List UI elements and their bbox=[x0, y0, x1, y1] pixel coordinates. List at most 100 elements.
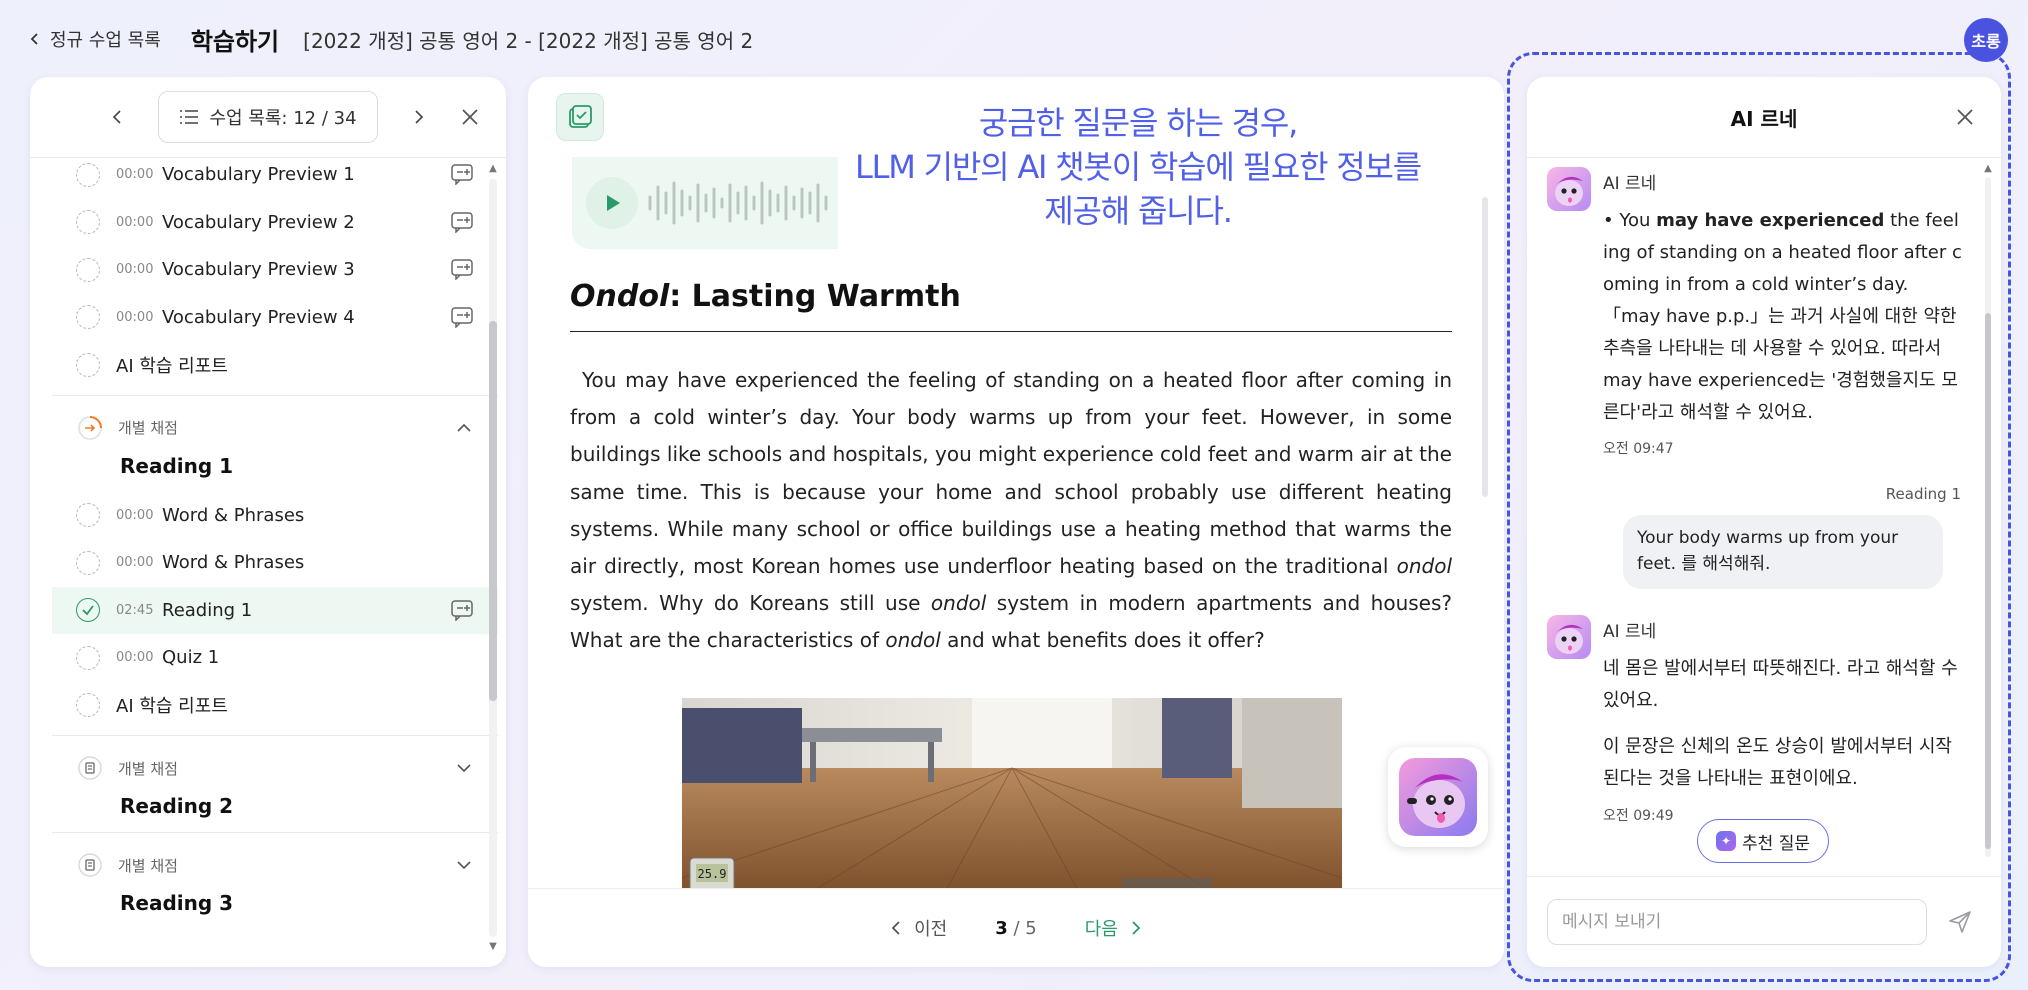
item-time: 02:45 bbox=[116, 602, 154, 618]
chevron-left-icon bbox=[113, 110, 122, 124]
chevron-up-icon[interactable] bbox=[456, 420, 472, 436]
group-subtitle: 개별 채점 bbox=[118, 856, 178, 875]
lesson-item[interactable]: 00:00 Vocabulary Preview 3 bbox=[52, 246, 498, 294]
item-label: Vocabulary Preview 4 bbox=[162, 306, 355, 328]
waveform-icon bbox=[648, 181, 828, 225]
audio-player[interactable] bbox=[572, 157, 838, 249]
next-page-button[interactable]: 다음 bbox=[1085, 915, 1142, 941]
close-icon bbox=[1957, 109, 1973, 125]
ai-chatbot-launch-button[interactable] bbox=[1388, 747, 1488, 847]
bot-message-2a: 네 몸은 발에서부터 따뜻해진다. 라고 해석할 수 있어요. bbox=[1603, 658, 1958, 711]
lesson-list-panel: 수업 목록: 12 / 34 00:00 Vocabulary Preview … bbox=[30, 77, 506, 967]
callout-line-3: 제공해 줍니다. bbox=[1044, 192, 1233, 230]
article-body: You may have experienced the feeling of … bbox=[570, 368, 1453, 653]
chat-title: AI 르네 bbox=[1730, 106, 1798, 131]
chevron-down-icon[interactable] bbox=[456, 760, 472, 776]
status-circle-icon bbox=[76, 645, 100, 670]
back-to-lesson-list-button[interactable]: 정규 수업 목록 bbox=[28, 26, 161, 52]
item-label: Reading 1 bbox=[162, 599, 253, 621]
item-time: 00:00 bbox=[116, 507, 154, 523]
lesson-list-scrollbar[interactable]: ▲ ▼ bbox=[486, 163, 500, 953]
chat-add-icon[interactable] bbox=[450, 306, 474, 328]
article-title-italic: Ondol bbox=[570, 279, 670, 314]
chat-header: AI 르네 bbox=[1527, 77, 2001, 158]
lesson-item[interactable]: 00:00 Word & Phrases bbox=[52, 492, 498, 540]
lesson-item[interactable]: 00:00 Vocabulary Preview 1 bbox=[52, 159, 498, 199]
article-title-rest: : Lasting Warmth bbox=[669, 279, 961, 314]
scroll-down-arrow-icon[interactable]: ▼ bbox=[486, 941, 500, 953]
lesson-group-reading-1[interactable]: 개별 채점 Reading 1 bbox=[52, 394, 498, 492]
bot-message-1: • You may have experienced the feeling o… bbox=[1603, 210, 1962, 423]
item-label: Vocabulary Preview 2 bbox=[162, 211, 355, 233]
message-time: 오전 09:47 bbox=[1603, 441, 1674, 457]
item-time: 00:00 bbox=[116, 309, 154, 325]
context-label: Reading 1 bbox=[1885, 485, 1961, 503]
content-scrollbar[interactable] bbox=[1482, 197, 1488, 497]
next-lesson-button[interactable] bbox=[402, 101, 434, 133]
back-label: 정규 수업 목록 bbox=[50, 30, 161, 51]
thermometer-reading: 25.9 bbox=[698, 867, 727, 881]
lesson-item[interactable]: 00:00 Vocabulary Preview 2 bbox=[52, 199, 498, 247]
bot-avatar bbox=[1547, 615, 1591, 659]
previous-page-button[interactable]: 이전 bbox=[890, 915, 947, 941]
lesson-item[interactable]: 00:00 Vocabulary Preview 4 bbox=[52, 294, 498, 342]
status-circle-icon bbox=[76, 210, 100, 235]
close-chat-button[interactable] bbox=[1951, 103, 1979, 131]
lesson-item[interactable]: AI 학습 리포트 bbox=[52, 341, 498, 389]
chat-input-bar bbox=[1527, 876, 2001, 967]
in-progress-icon bbox=[76, 414, 104, 442]
lesson-counter: 수업 목록: 12 / 34 bbox=[209, 108, 357, 129]
chat-scrollbar[interactable]: ▲ bbox=[1983, 163, 1993, 863]
item-label: Quiz 1 bbox=[162, 647, 220, 669]
chat-add-icon[interactable] bbox=[450, 258, 474, 280]
chevron-right-icon bbox=[1132, 921, 1141, 935]
lesson-item-active[interactable]: 02:45 Reading 1 bbox=[52, 586, 498, 634]
close-lesson-list-button[interactable] bbox=[456, 103, 484, 131]
chevron-down-icon[interactable] bbox=[456, 857, 472, 873]
lesson-list-selector[interactable]: 수업 목록: 12 / 34 bbox=[158, 91, 378, 143]
article-title: Ondol: Lasting Warmth bbox=[570, 279, 961, 314]
title-divider bbox=[570, 331, 1452, 332]
suggested-question-button[interactable]: ✦ 추천 질문 bbox=[1697, 819, 1829, 863]
group-title: Reading 3 bbox=[120, 891, 234, 915]
scroll-thumb[interactable] bbox=[489, 321, 497, 701]
chevron-left-icon bbox=[891, 921, 900, 935]
study-note-icon[interactable] bbox=[556, 93, 604, 141]
send-icon[interactable] bbox=[1947, 909, 1973, 935]
status-circle-icon bbox=[76, 550, 100, 575]
bot-message-2b: 이 문장은 신체의 온도 상승이 발에서부터 시작된다는 것을 나타내는 표현이… bbox=[1603, 736, 1952, 789]
sparkle-icon: ✦ bbox=[1716, 831, 1737, 851]
lesson-item[interactable]: 00:00 Word & Phrases bbox=[52, 539, 498, 587]
chat-add-icon[interactable] bbox=[450, 163, 474, 185]
ai-chat-panel: AI 르네 AI 르네 • You may have experienced t… bbox=[1527, 77, 2001, 967]
article-photo: 25.9 bbox=[682, 698, 1342, 898]
status-circle-icon bbox=[76, 503, 100, 528]
item-label: AI 학습 리포트 bbox=[116, 355, 228, 377]
group-title: Reading 1 bbox=[120, 453, 234, 478]
prev-lesson-button[interactable] bbox=[102, 101, 134, 133]
completed-check-icon bbox=[76, 598, 100, 623]
item-time: 00:00 bbox=[116, 555, 154, 571]
page-title: 학습하기 bbox=[190, 27, 280, 56]
lesson-item[interactable]: 00:00 Quiz 1 bbox=[52, 634, 498, 682]
page-header: 정규 수업 목록 학습하기 [2022 개정] 공통 영어 2 - [2022 … bbox=[28, 16, 753, 62]
item-label: Vocabulary Preview 3 bbox=[162, 259, 355, 281]
message-time: 오전 09:49 bbox=[1603, 808, 1674, 824]
chat-scroll-thumb[interactable] bbox=[1985, 313, 1991, 849]
callout-line-1: 궁금한 질문을 하는 경우, bbox=[978, 104, 1298, 142]
scroll-up-arrow-icon[interactable]: ▲ bbox=[1981, 163, 1995, 175]
annotation-badge: 초롱 bbox=[1964, 18, 2008, 62]
document-icon bbox=[76, 754, 104, 782]
scroll-up-arrow-icon[interactable]: ▲ bbox=[486, 163, 500, 175]
lesson-item[interactable]: AI 학습 리포트 bbox=[52, 682, 498, 730]
mascot-icon bbox=[1399, 758, 1477, 836]
message-input[interactable] bbox=[1547, 899, 1927, 945]
chat-add-icon[interactable] bbox=[450, 211, 474, 233]
bot-name: AI 르네 bbox=[1603, 622, 1657, 642]
lesson-group-reading-2[interactable]: 개별 채점 Reading 2 bbox=[52, 735, 498, 832]
lesson-group-reading-3[interactable]: 개별 채점 Reading 3 bbox=[52, 832, 498, 929]
status-circle-icon bbox=[76, 693, 100, 718]
group-subtitle: 개별 채점 bbox=[118, 419, 178, 437]
play-icon[interactable] bbox=[586, 177, 638, 229]
chat-add-icon[interactable] bbox=[450, 599, 474, 621]
